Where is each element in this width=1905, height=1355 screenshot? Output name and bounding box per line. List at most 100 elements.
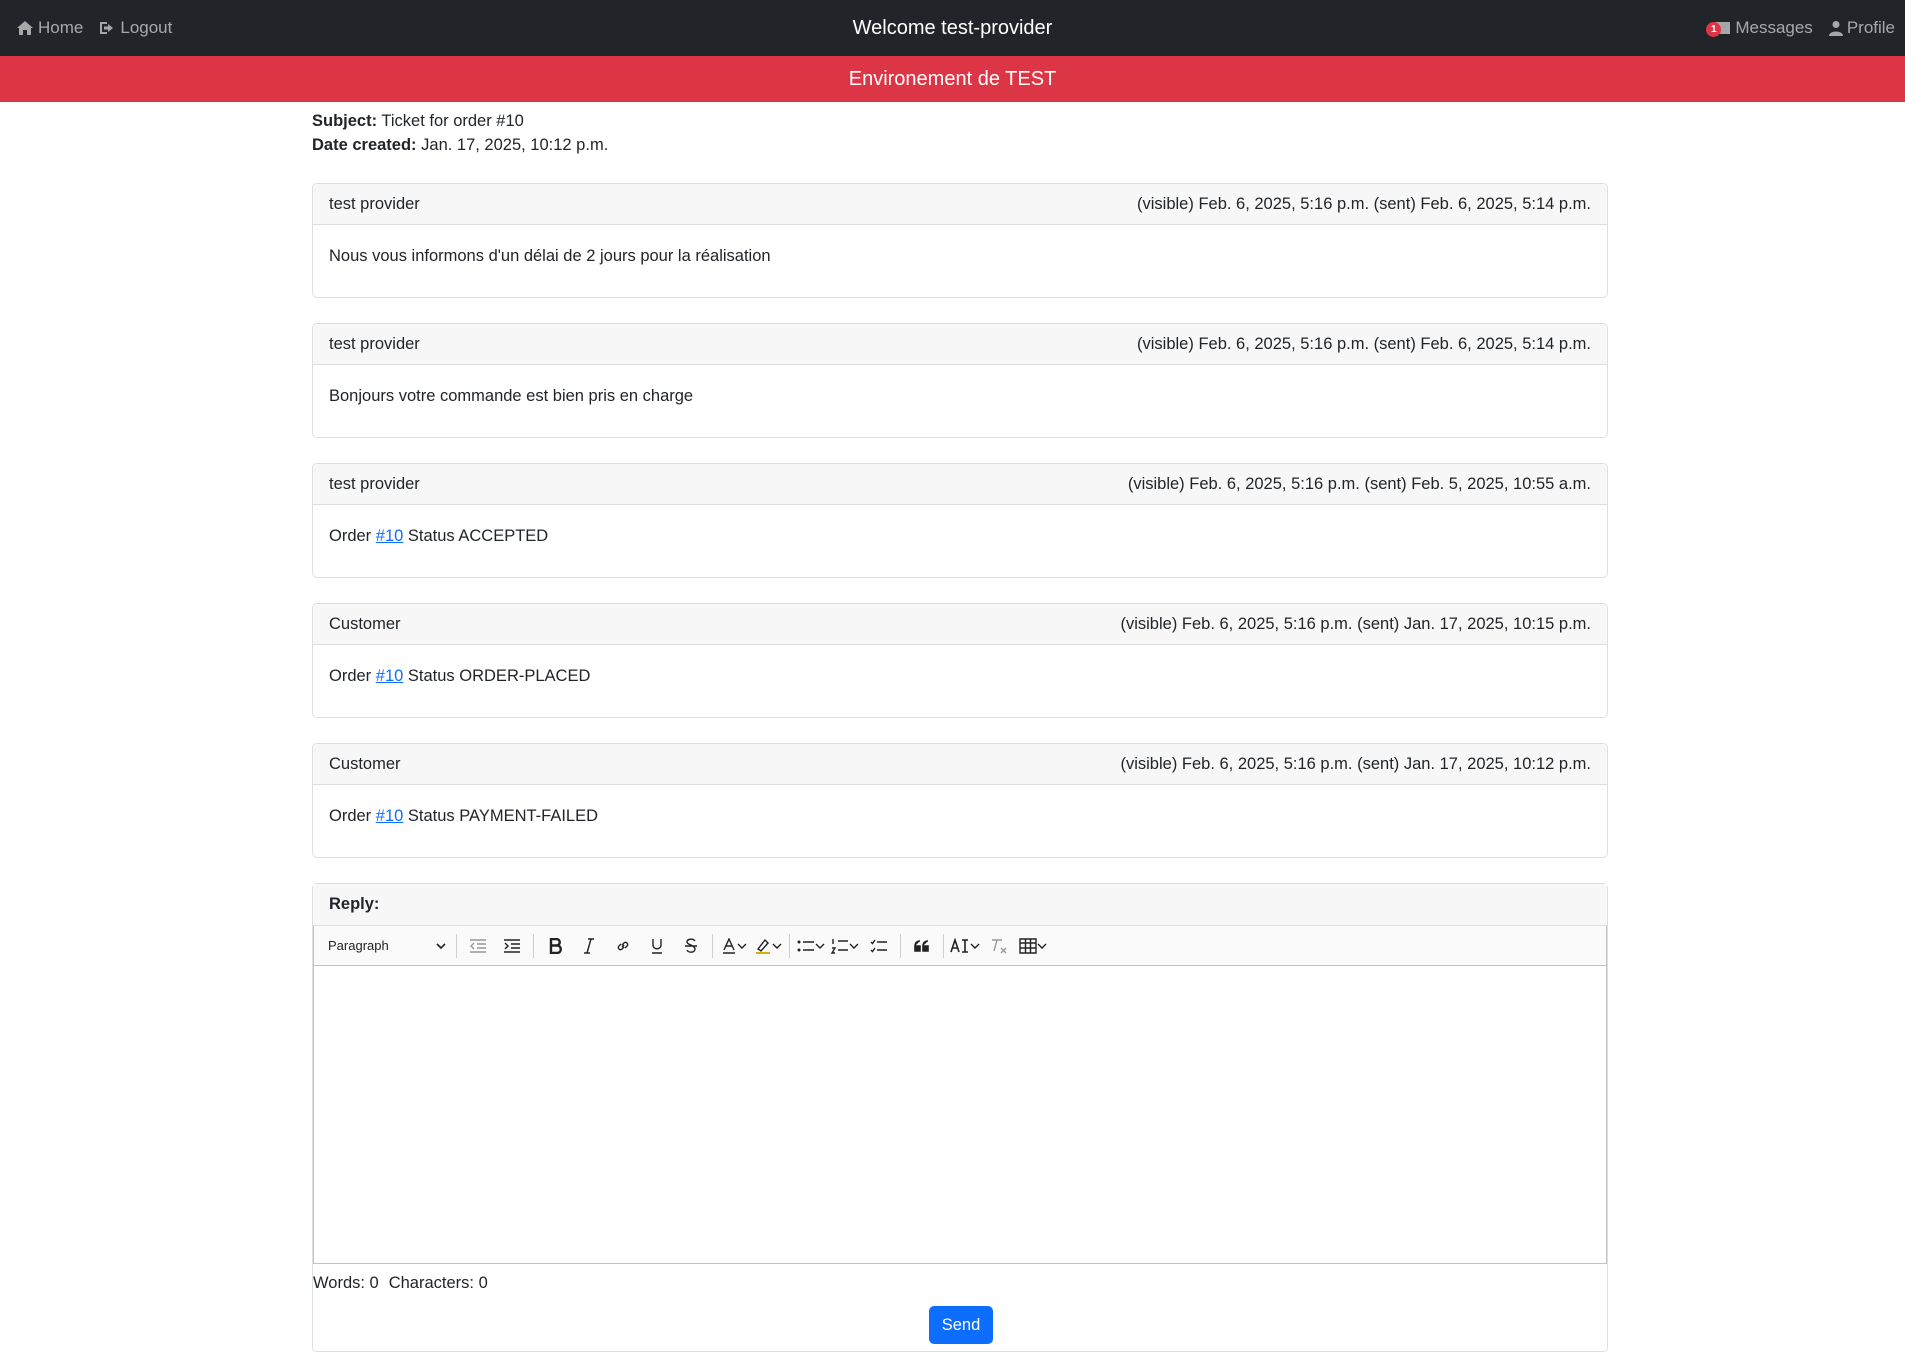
message-body: Order #10 Status PAYMENT-FAILED bbox=[313, 785, 1607, 857]
user-icon bbox=[1828, 21, 1843, 36]
message-prefix: Order bbox=[329, 667, 372, 685]
date-value: Jan. 17, 2025, 10:12 p.m. bbox=[421, 136, 609, 154]
chevron-down-icon bbox=[737, 943, 747, 949]
editor-toolbar: Paragraph bbox=[313, 926, 1607, 966]
ticket-date: Date created: Jan. 17, 2025, 10:12 p.m. bbox=[312, 133, 1608, 157]
reply-header: Reply: bbox=[313, 884, 1607, 926]
ticket-content: Subject: Ticket for order #10 Date creat… bbox=[312, 102, 1608, 1352]
order-link[interactable]: #10 bbox=[376, 667, 404, 685]
message-status: Status PAYMENT-FAILED bbox=[407, 807, 599, 825]
date-label: Date created: bbox=[312, 136, 417, 154]
numbered-list-icon bbox=[831, 938, 848, 954]
numbered-list-dropdown[interactable] bbox=[830, 931, 860, 961]
todo-list-button[interactable] bbox=[864, 931, 894, 961]
font-size-icon bbox=[950, 937, 968, 953]
toolbar-separator bbox=[533, 933, 534, 958]
message-status: Status ORDER-PLACED bbox=[407, 667, 591, 685]
font-color-dropdown[interactable] bbox=[719, 931, 749, 961]
message-header: test provider (visible) Feb. 6, 2025, 5:… bbox=[313, 464, 1607, 505]
message-card: test provider (visible) Feb. 6, 2025, 5:… bbox=[312, 463, 1608, 578]
subject-label: Subject: bbox=[312, 112, 378, 130]
toolbar-separator bbox=[712, 933, 713, 958]
chevron-down-icon bbox=[815, 943, 825, 949]
message-status: Status ACCEPTED bbox=[407, 527, 549, 545]
messages-link[interactable]: 1 Messages bbox=[1706, 18, 1813, 38]
message-text: Nous vous informons d'un délai de 2 jour… bbox=[329, 247, 771, 265]
strikethrough-button[interactable] bbox=[676, 931, 706, 961]
message-author: test provider bbox=[329, 474, 420, 493]
home-link[interactable]: Home bbox=[16, 18, 83, 38]
subject-value: Ticket for order #10 bbox=[381, 112, 524, 130]
message-meta: (visible) Feb. 6, 2025, 5:16 p.m. (sent)… bbox=[1137, 194, 1591, 213]
underline-button[interactable] bbox=[642, 931, 672, 961]
logout-label: Logout bbox=[120, 18, 173, 37]
logout-link[interactable]: Logout bbox=[99, 18, 172, 38]
message-author: Customer bbox=[329, 614, 401, 633]
chevron-down-icon bbox=[849, 943, 859, 949]
link-icon bbox=[617, 941, 629, 950]
message-header: Customer (visible) Feb. 6, 2025, 5:16 p.… bbox=[313, 604, 1607, 645]
order-link[interactable]: #10 bbox=[376, 527, 404, 545]
message-meta: (visible) Feb. 6, 2025, 5:16 p.m. (sent)… bbox=[1120, 754, 1591, 773]
remove-format-button[interactable] bbox=[984, 931, 1014, 961]
message-prefix: Order bbox=[329, 527, 372, 545]
message-prefix: Order bbox=[329, 807, 372, 825]
strikethrough-icon bbox=[685, 938, 697, 953]
font-size-dropdown[interactable] bbox=[950, 931, 980, 961]
home-label: Home bbox=[38, 18, 84, 37]
remove-format-icon bbox=[992, 938, 1007, 953]
reply-editor[interactable] bbox=[313, 966, 1607, 1264]
message-card: test provider (visible) Feb. 6, 2025, 5:… bbox=[312, 323, 1608, 438]
message-meta: (visible) Feb. 6, 2025, 5:16 p.m. (sent)… bbox=[1137, 334, 1591, 353]
chevron-down-icon bbox=[436, 942, 446, 949]
indent-icon bbox=[504, 938, 520, 953]
toolbar-separator bbox=[943, 933, 944, 958]
quote-button[interactable] bbox=[907, 931, 937, 961]
nav-left: Home Logout bbox=[16, 0, 172, 56]
message-author: test provider bbox=[329, 194, 420, 213]
words-count: Words: 0 bbox=[313, 1274, 379, 1292]
nav-right: 1 Messages Profile bbox=[1706, 0, 1895, 56]
message-body: Order #10 Status ORDER-PLACED bbox=[313, 645, 1607, 717]
message-card: test provider (visible) Feb. 6, 2025, 5:… bbox=[312, 183, 1608, 298]
bulleted-list-dropdown[interactable] bbox=[796, 931, 826, 961]
message-author: Customer bbox=[329, 754, 401, 773]
messages-label: Messages bbox=[1735, 18, 1813, 37]
italic-button[interactable] bbox=[574, 931, 604, 961]
send-button[interactable]: Send bbox=[929, 1306, 993, 1344]
message-author: test provider bbox=[329, 334, 420, 353]
characters-count: Characters: 0 bbox=[388, 1274, 488, 1292]
page-title: Welcome test-provider bbox=[852, 17, 1053, 39]
table-icon bbox=[1019, 937, 1037, 954]
message-card: Customer (visible) Feb. 6, 2025, 5:16 p.… bbox=[312, 743, 1608, 858]
underline-icon bbox=[652, 938, 662, 954]
todo-list-icon bbox=[870, 939, 887, 953]
chevron-down-icon bbox=[772, 943, 782, 949]
order-link[interactable]: #10 bbox=[376, 807, 404, 825]
highlight-icon bbox=[756, 938, 770, 954]
chevron-down-icon bbox=[1037, 943, 1047, 949]
message-card: Customer (visible) Feb. 6, 2025, 5:16 p.… bbox=[312, 603, 1608, 718]
logout-icon bbox=[100, 22, 114, 34]
outdent-button[interactable] bbox=[463, 931, 493, 961]
environment-banner: Environement de TEST bbox=[0, 56, 1905, 102]
table-dropdown[interactable] bbox=[1018, 931, 1048, 961]
link-button[interactable] bbox=[608, 931, 638, 961]
message-header: test provider (visible) Feb. 6, 2025, 5:… bbox=[313, 324, 1607, 365]
profile-label: Profile bbox=[1846, 18, 1895, 37]
message-body: Order #10 Status ACCEPTED bbox=[313, 505, 1607, 577]
paragraph-select[interactable]: Paragraph bbox=[322, 931, 450, 961]
indent-button[interactable] bbox=[497, 931, 527, 961]
bold-button[interactable] bbox=[540, 931, 570, 961]
top-navbar: Home Logout Welcome test-provider 1 Mess… bbox=[0, 0, 1905, 56]
word-count: Words: 0 Characters: 0 bbox=[313, 1274, 488, 1293]
ticket-subject: Subject: Ticket for order #10 bbox=[312, 109, 1608, 133]
italic-icon bbox=[584, 937, 594, 954]
message-body: Nous vous informons d'un délai de 2 jour… bbox=[313, 225, 1607, 297]
message-header: Customer (visible) Feb. 6, 2025, 5:16 p.… bbox=[313, 744, 1607, 785]
message-header: test provider (visible) Feb. 6, 2025, 5:… bbox=[313, 184, 1607, 225]
profile-link[interactable]: Profile bbox=[1828, 18, 1895, 38]
highlight-dropdown[interactable] bbox=[753, 931, 783, 961]
chevron-down-icon bbox=[970, 943, 980, 949]
outdent-icon bbox=[470, 938, 486, 953]
